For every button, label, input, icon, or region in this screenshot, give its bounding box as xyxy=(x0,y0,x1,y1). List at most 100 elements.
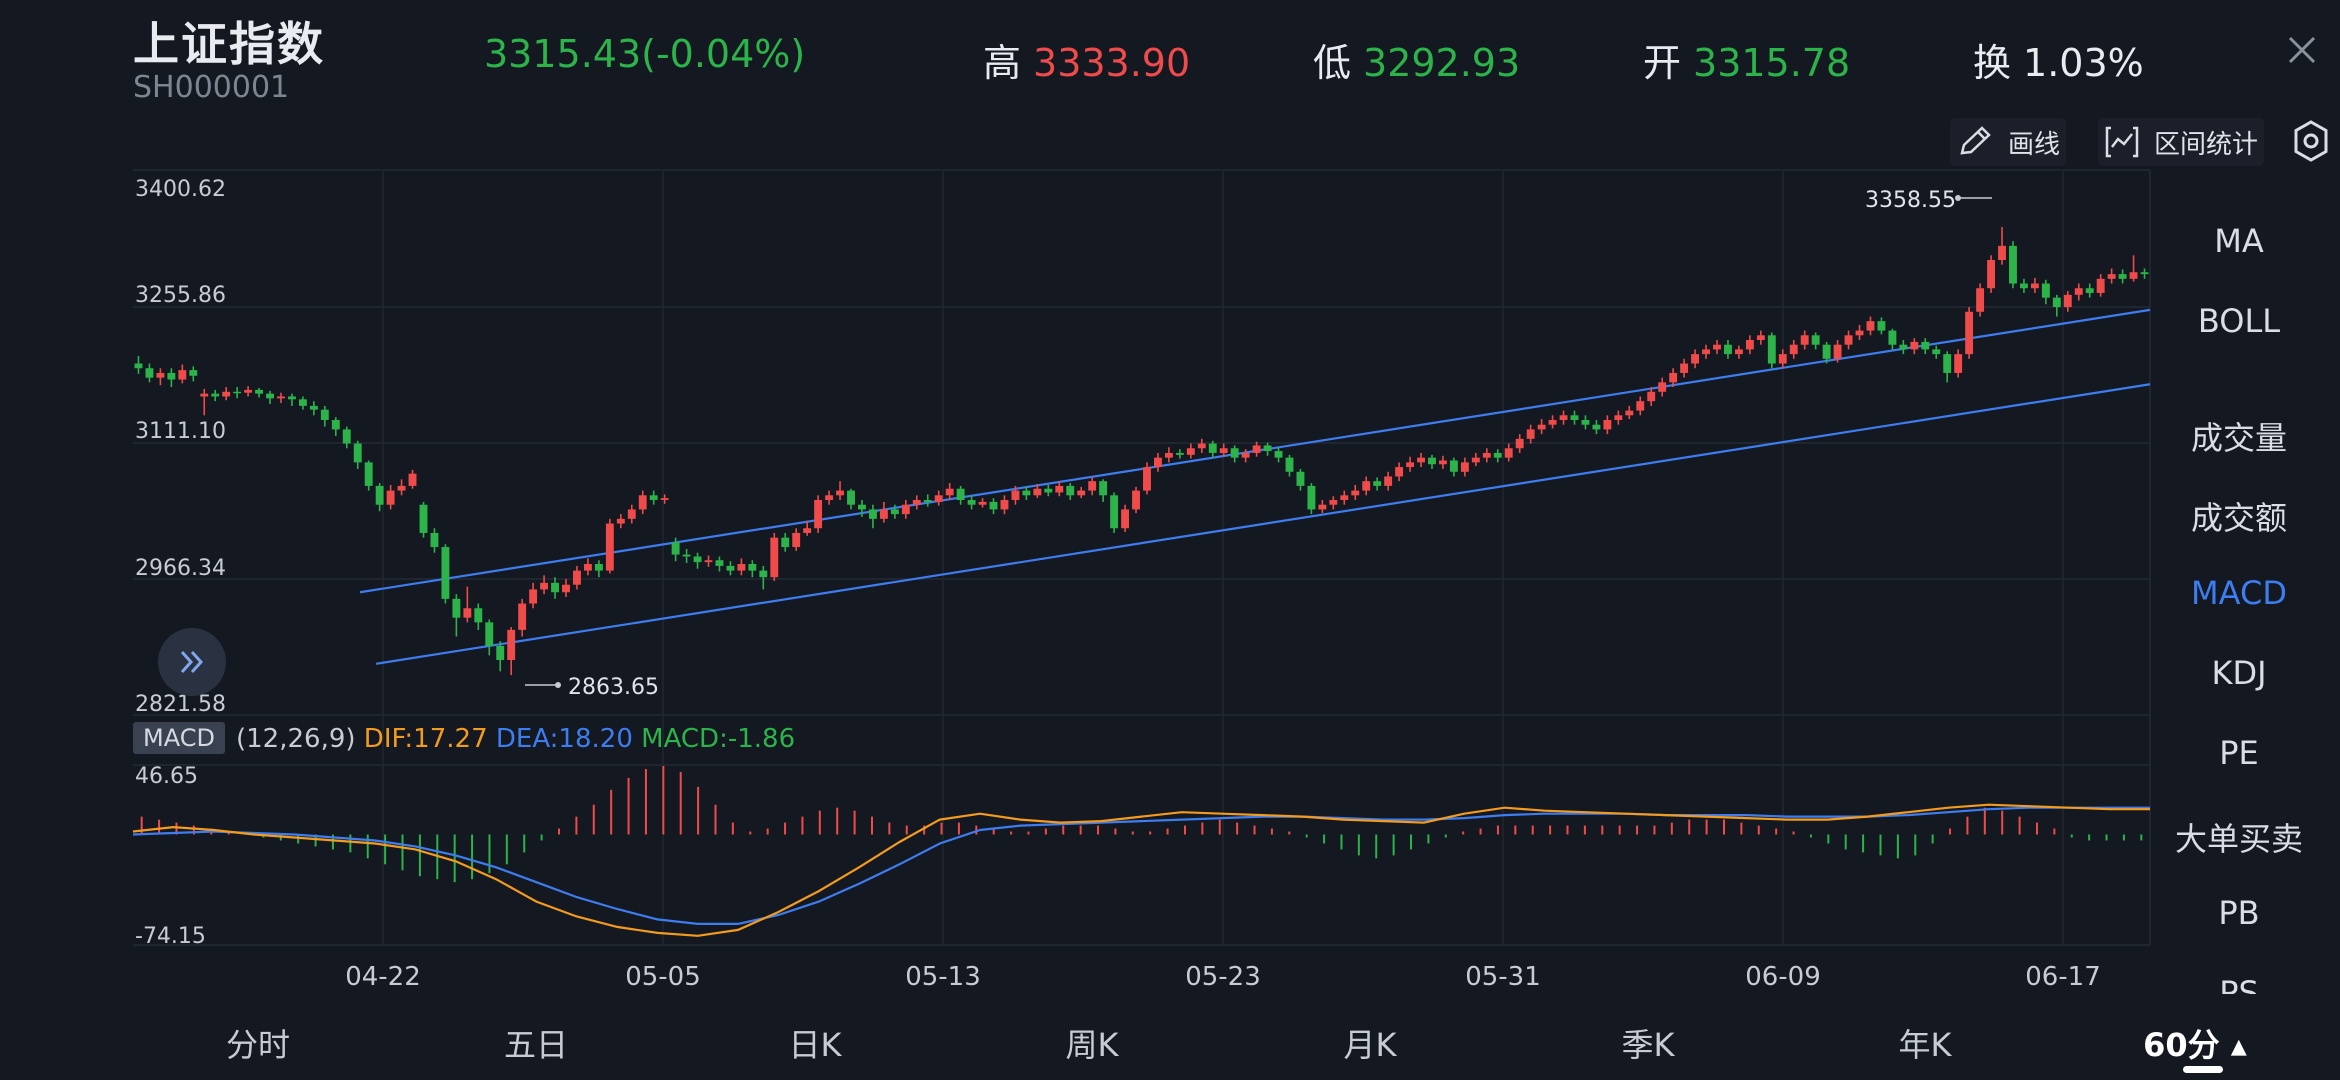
indicator-pe[interactable]: PE xyxy=(2166,734,2312,772)
candle-body xyxy=(1428,457,1436,465)
tab-7[interactable]: 年K xyxy=(1845,1020,2005,1066)
indicator-成交量[interactable]: 成交量 xyxy=(2166,413,2312,459)
candle-body xyxy=(1526,429,1535,439)
expand-button[interactable] xyxy=(158,628,226,696)
indicator-成交额[interactable]: 成交额 xyxy=(2166,493,2312,539)
candle-body xyxy=(2074,288,2083,295)
candle-body xyxy=(1614,415,1623,421)
macd-histogram xyxy=(140,765,2143,883)
indicator-大单买卖[interactable]: 大单买卖 xyxy=(2166,814,2312,860)
candle-body xyxy=(507,629,516,661)
candle-body xyxy=(156,372,165,378)
candle-body xyxy=(825,495,834,501)
candle-body xyxy=(2009,245,2017,284)
candle-body xyxy=(244,389,253,393)
candle-body xyxy=(989,501,998,510)
macd-indicator-tag[interactable]: MACD xyxy=(133,722,225,754)
tab-5[interactable]: 月K xyxy=(1290,1020,1450,1066)
macd-y-min-label: -74.15 xyxy=(135,924,206,949)
candle-body xyxy=(1515,438,1524,449)
candle-body xyxy=(1175,452,1184,455)
candle-body xyxy=(737,564,746,571)
candle-body xyxy=(934,495,943,502)
macd-values: (12,26,9) DIF:17.27 DEA:18.20 MACD:-1.86 xyxy=(236,724,795,754)
candle-body xyxy=(1000,500,1009,510)
y-tick-label: 3400.62 xyxy=(135,177,226,202)
candle-body xyxy=(1899,344,1908,350)
candle-body xyxy=(2107,274,2116,279)
candle-body xyxy=(331,420,340,430)
candle-body xyxy=(1318,504,1327,510)
candle-body xyxy=(1756,335,1765,341)
candle-body xyxy=(1066,485,1075,496)
candle-body xyxy=(145,368,154,378)
candle-body xyxy=(1636,401,1645,411)
candle-body xyxy=(2052,297,2061,308)
candle-body xyxy=(1713,344,1721,350)
tab-4[interactable]: 周K xyxy=(1012,1020,1172,1066)
indicator-macd[interactable]: MACD xyxy=(2166,574,2312,612)
candle-body xyxy=(1800,335,1809,345)
high-annotation: 3358.55 xyxy=(1865,188,1956,213)
double-chevron-right-icon xyxy=(180,650,204,674)
macd-y-max-label: 46.65 xyxy=(135,764,198,789)
indicator-ps[interactable]: PS xyxy=(2166,974,2312,994)
indicator-boll[interactable]: BOLL xyxy=(2166,302,2312,340)
candle-body xyxy=(463,608,472,618)
tab-6[interactable]: 季K xyxy=(1568,1020,1728,1066)
candle-body xyxy=(540,582,549,590)
tab-1[interactable]: 分时 xyxy=(178,1020,338,1066)
candle-body xyxy=(781,537,790,548)
candle-body xyxy=(890,509,899,515)
candle-body xyxy=(518,603,527,630)
candle-body xyxy=(660,498,669,501)
candle-body xyxy=(1811,335,1820,345)
candle-body xyxy=(1669,372,1678,383)
candle-body xyxy=(298,399,307,406)
candle-body xyxy=(858,504,866,510)
candle-body xyxy=(1417,457,1425,463)
indicator-pb[interactable]: PB xyxy=(2166,894,2312,932)
candle-body xyxy=(2140,272,2149,275)
candle-body xyxy=(222,391,231,397)
candle-body xyxy=(1625,410,1634,416)
candle-body xyxy=(255,389,264,394)
candle-body xyxy=(967,500,976,505)
candle-body xyxy=(1833,344,1842,359)
indicator-ma[interactable]: MA xyxy=(2166,222,2312,260)
candle-body xyxy=(1088,481,1097,491)
candle-body xyxy=(1384,476,1393,486)
candle-body xyxy=(693,556,702,563)
candle-body xyxy=(266,393,274,399)
candle-body xyxy=(1055,485,1064,493)
candle-body xyxy=(1241,452,1250,458)
tab-2[interactable]: 五日 xyxy=(456,1020,616,1066)
candle-body xyxy=(167,372,176,380)
candle-body xyxy=(1132,490,1140,510)
candle-body xyxy=(605,523,614,571)
dea-line xyxy=(132,806,2150,926)
candle-body xyxy=(847,490,855,505)
candle-body xyxy=(671,542,680,555)
chart-grid xyxy=(133,169,2151,946)
candle-body xyxy=(945,488,954,496)
candle-body xyxy=(1603,420,1612,430)
candle-body xyxy=(1077,490,1086,496)
candle-body xyxy=(1702,349,1710,355)
candle-body xyxy=(1482,452,1491,458)
candle-body xyxy=(189,370,198,376)
candle-body xyxy=(1208,443,1217,453)
macd-value: MACD:-1.86 xyxy=(641,724,796,754)
candle-body xyxy=(1143,467,1151,491)
candle-body xyxy=(1537,424,1546,430)
candle-body xyxy=(682,554,691,557)
indicator-kdj[interactable]: KDJ xyxy=(2166,654,2312,692)
candle-body xyxy=(1439,460,1447,465)
tab-8[interactable]: 60分 ▴ xyxy=(2115,1020,2275,1066)
candle-body xyxy=(1252,445,1261,453)
candle-body xyxy=(309,405,318,410)
candle-body xyxy=(474,608,483,623)
candle-body xyxy=(759,570,768,578)
tab-3[interactable]: 日K xyxy=(735,1020,895,1066)
candle-body xyxy=(178,370,187,380)
